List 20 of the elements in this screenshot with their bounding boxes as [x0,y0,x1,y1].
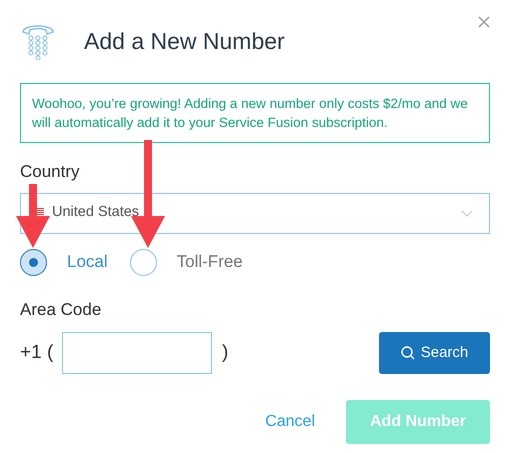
radio-button[interactable] [130,248,157,276]
area-code-label: Area Code [20,298,102,320]
dialog-title: Add a New Number [84,26,285,56]
radio-option[interactable]: Local [20,248,108,276]
country-value: United States [52,203,140,222]
info-banner: Woohoo, you’re growing! Adding a new number only costs $2/mo and we will automatically add it to your Service Fusion subscription. [20,83,490,143]
search-icon [400,346,415,360]
country-label: Country [20,161,81,183]
area-code-field[interactable] [62,332,212,374]
close-icon [478,16,490,28]
radio-button[interactable] [20,248,47,276]
search-button[interactable]: Search [379,332,490,374]
close-button[interactable] [478,16,490,28]
annotation-arrow [16,184,50,248]
closing-parenthesis: ) [222,340,228,365]
radio-option[interactable]: Toll-Free [130,248,243,276]
cancel-button[interactable]: Cancel [265,410,315,434]
country-code: +1 ( [20,340,54,365]
chevron-down-icon [461,210,473,216]
country-select[interactable]: United States [20,192,490,234]
